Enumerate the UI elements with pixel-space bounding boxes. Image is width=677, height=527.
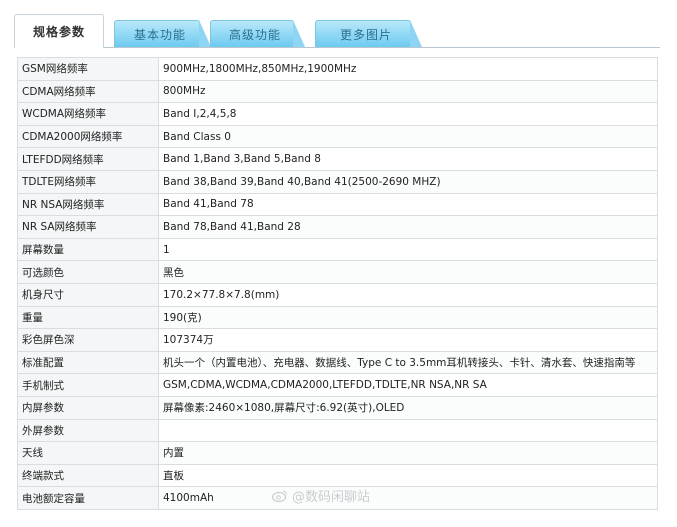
tab-bar: 规格参数 基本功能 高级功能 更多图片 xyxy=(14,14,660,48)
spec-key: NR SA网络频率 xyxy=(17,215,159,239)
spec-key: 内屏参数 xyxy=(17,395,159,420)
spec-value: 170.2×77.8×7.8(mm) xyxy=(158,282,658,307)
spec-row: 手机制式 GSM,CDMA,WCDMA,CDMA2000,LTEFDD,TDLTE… xyxy=(17,373,658,397)
tab-specs[interactable]: 规格参数 xyxy=(14,14,104,48)
spec-row: 标准配置 机头一个（内置电池）、充电器、数据线、Type C to 3.5mm耳机… xyxy=(17,350,658,375)
spec-value: 900MHz,1800MHz,850MHz,1900MHz xyxy=(158,57,658,81)
spec-value: 内置 xyxy=(158,441,658,465)
spec-row: 天线 内置 xyxy=(17,441,658,465)
spec-key: 重量 xyxy=(17,305,159,330)
spec-key: WCDMA网络频率 xyxy=(17,102,159,126)
spec-key: 机身尺寸 xyxy=(17,282,159,307)
spec-key: CDMA2000网络频率 xyxy=(17,124,159,149)
spec-key: 屏幕数量 xyxy=(17,237,159,262)
tab-divider xyxy=(14,47,660,48)
tab-more-images[interactable]: 更多图片 xyxy=(315,20,422,47)
spec-row: 终端款式 直板 xyxy=(17,463,658,488)
spec-row: WCDMA网络频率 Band I,2,4,5,8 xyxy=(17,102,658,126)
spec-value: 107374万 xyxy=(158,328,658,352)
spec-value: 直板 xyxy=(158,463,658,488)
spec-value: 1 xyxy=(158,237,658,262)
spec-value: 黑色 xyxy=(158,260,658,284)
spec-value: 屏幕像素:2460×1080,屏幕尺寸:6.92(英寸),OLED xyxy=(158,395,658,420)
spec-row: NR SA网络频率 Band 78,Band 41,Band 28 xyxy=(17,215,658,239)
spec-key: 彩色屏色深 xyxy=(17,328,159,352)
tab-basic-features[interactable]: 基本功能 xyxy=(114,20,211,47)
spec-row: 内屏参数 屏幕像素:2460×1080,屏幕尺寸:6.92(英寸),OLED xyxy=(17,395,658,420)
spec-key: 电池额定容量 xyxy=(17,486,159,510)
spec-value: GSM,CDMA,WCDMA,CDMA2000,LTEFDD,TDLTE,NR … xyxy=(158,373,658,397)
spec-row: CDMA网络频率 800MHz xyxy=(17,79,658,104)
spec-value: 800MHz xyxy=(158,79,658,104)
spec-table: GSM网络频率 900MHz,1800MHz,850MHz,1900MHz CDMA… xyxy=(17,57,658,510)
watermark-text: @数码闲聊站 xyxy=(292,490,371,505)
spec-value: 机头一个（内置电池）、充电器、数据线、Type C to 3.5mm耳机转接头、… xyxy=(158,350,658,375)
spec-value: Band 78,Band 41,Band 28 xyxy=(158,215,658,239)
spec-row: 可选颜色 黑色 xyxy=(17,260,658,284)
spec-value: 4100mAh xyxy=(158,486,658,510)
spec-value: Band 1,Band 3,Band 5,Band 8 xyxy=(158,147,658,171)
spec-row: TDLTE网络频率 Band 38,Band 39,Band 40,Band 41… xyxy=(17,169,658,194)
spec-key: 手机制式 xyxy=(17,373,159,397)
tab-advanced-features[interactable]: 高级功能 xyxy=(210,20,305,47)
spec-key: LTEFDD网络频率 xyxy=(17,147,159,171)
spec-key: NR NSA网络频率 xyxy=(17,192,159,217)
spec-value: Band 38,Band 39,Band 40,Band 41(2500-269… xyxy=(158,169,658,194)
spec-key: 天线 xyxy=(17,441,159,465)
spec-row: 机身尺寸 170.2×77.8×7.8(mm) xyxy=(17,282,658,307)
spec-row: GSM网络频率 900MHz,1800MHz,850MHz,1900MHz xyxy=(17,57,658,81)
spec-row: 外屏参数 xyxy=(17,418,658,443)
spec-value: Band I,2,4,5,8 xyxy=(158,102,658,126)
spec-key: GSM网络频率 xyxy=(17,57,159,81)
spec-value: 190(克) xyxy=(158,305,658,330)
spec-row: 重量 190(克) xyxy=(17,305,658,330)
spec-key: 标准配置 xyxy=(17,350,159,375)
spec-key: CDMA网络频率 xyxy=(17,79,159,104)
spec-value: Band Class 0 xyxy=(158,124,658,149)
spec-key: 可选颜色 xyxy=(17,260,159,284)
spec-key: 终端款式 xyxy=(17,463,159,488)
spec-row: 屏幕数量 1 xyxy=(17,237,658,262)
spec-key: TDLTE网络频率 xyxy=(17,169,159,194)
spec-value: Band 41,Band 78 xyxy=(158,192,658,217)
spec-row: CDMA2000网络频率 Band Class 0 xyxy=(17,124,658,149)
spec-row: 彩色屏色深 107374万 xyxy=(17,328,658,352)
spec-row: LTEFDD网络频率 Band 1,Band 3,Band 5,Band 8 xyxy=(17,147,658,171)
watermark: @数码闲聊站 xyxy=(272,486,370,505)
spec-value xyxy=(158,418,658,443)
spec-key: 外屏参数 xyxy=(17,418,159,443)
spec-row: NR NSA网络频率 Band 41,Band 78 xyxy=(17,192,658,217)
weibo-icon xyxy=(272,490,288,502)
